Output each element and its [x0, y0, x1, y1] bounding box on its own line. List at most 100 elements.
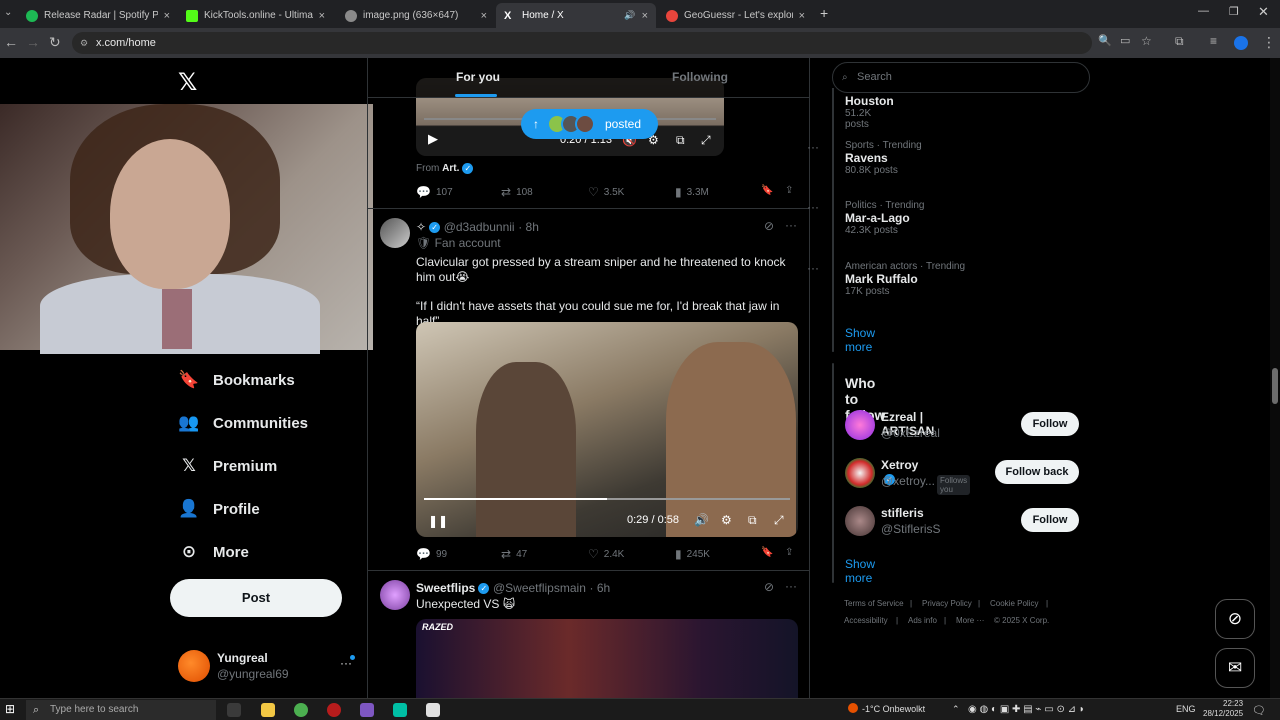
tab-geoguessr[interactable]: GeoGuessr - Let's explore the w ×: [658, 3, 813, 28]
windows-start-icon[interactable]: ⊞: [5, 702, 15, 716]
pause-icon[interactable]: ❚❚: [428, 514, 448, 528]
grok-icon[interactable]: ⊘: [764, 580, 774, 594]
reply-button[interactable]: 💬 99: [416, 547, 447, 561]
views-button[interactable]: ▮ 3.3M: [675, 185, 709, 199]
play-icon[interactable]: ▶: [428, 131, 438, 147]
post-more-icon[interactable]: ···: [785, 579, 797, 593]
who-show-more-link[interactable]: Show more: [845, 557, 875, 585]
close-tab-icon[interactable]: ×: [642, 10, 648, 22]
discord-icon[interactable]: [360, 703, 374, 717]
restore-icon[interactable]: ❐: [1229, 5, 1239, 18]
tab-spotify[interactable]: Release Radar | Spotify Playlist ×: [18, 3, 178, 28]
post3-media[interactable]: RAZED: [416, 619, 798, 698]
reload-icon[interactable]: ↻: [49, 34, 61, 51]
post-button[interactable]: Post: [170, 579, 342, 617]
tray-chevron-icon[interactable]: ⌃: [952, 704, 960, 715]
fullscreen-icon[interactable]: ⤢: [701, 133, 711, 148]
pip-icon[interactable]: ⧉: [748, 513, 757, 528]
repost-button[interactable]: ⇄ 108: [501, 185, 533, 199]
avatar[interactable]: [845, 410, 875, 440]
zoom-icon[interactable]: 🔍: [1098, 34, 1112, 47]
reply-button[interactable]: 💬 107: [416, 185, 453, 199]
accessibility-link[interactable]: Accessibility: [844, 616, 888, 625]
clock[interactable]: 22:23 28/12/2025: [1203, 699, 1243, 719]
tab-image[interactable]: image.png (636×647) ×: [337, 3, 495, 28]
trend-more-icon[interactable]: ···: [807, 140, 819, 154]
back-icon[interactable]: ←: [4, 34, 18, 50]
follow-back-button[interactable]: Follow back: [995, 460, 1079, 484]
chrome-icon[interactable]: [294, 703, 308, 717]
close-tab-icon[interactable]: ×: [799, 10, 805, 22]
terms-link[interactable]: Terms of Service: [844, 599, 904, 608]
search-input[interactable]: ⌕ Search: [832, 62, 1090, 93]
trends-show-more-link[interactable]: Show more: [845, 326, 875, 354]
bookmark-icon[interactable]: 🔖: [761, 547, 773, 558]
new-posts-pill[interactable]: ↑ posted: [521, 109, 658, 139]
footer-more-link[interactable]: More ···: [956, 616, 984, 625]
trend-more-icon[interactable]: ···: [807, 261, 819, 275]
trend-item[interactable]: Politics · Trending Mar-a-Lago 42.3K pos…: [845, 200, 1075, 236]
cookie-link[interactable]: Cookie Policy: [990, 599, 1038, 608]
close-tab-icon[interactable]: ×: [481, 10, 487, 22]
task-view-icon[interactable]: [227, 703, 241, 717]
menu-kebab-icon[interactable]: ⋮: [1262, 34, 1276, 51]
views-button[interactable]: ▮ 245K: [675, 547, 710, 561]
bookmark-icon[interactable]: 🔖: [761, 185, 773, 196]
extensions-icon[interactable]: ⧉: [1175, 34, 1184, 49]
taskbar-search-input[interactable]: ⌕ Type here to search: [26, 700, 216, 720]
fullscreen-icon[interactable]: ⤢: [774, 513, 784, 528]
avatar[interactable]: [845, 458, 875, 488]
like-button[interactable]: ♡ 2.4K: [588, 547, 624, 561]
grok-icon[interactable]: ⊘: [764, 219, 774, 233]
pip-icon[interactable]: ⧉: [676, 133, 685, 148]
like-button[interactable]: ♡ 3.5K: [588, 185, 624, 199]
tray-icons[interactable]: ◉ ◍ ◐ ▣ ✚ ▤ ⌁ ▭ ⊙ ⊿ ◗: [968, 704, 1085, 715]
app-icon[interactable]: [426, 703, 440, 717]
settings-icon[interactable]: ⚙: [721, 513, 732, 527]
sidebar-item-profile[interactable]: 👤 Profile: [178, 499, 259, 519]
tab-home-x[interactable]: X Home / X 🔊 ×: [496, 3, 656, 28]
file-explorer-icon[interactable]: [261, 703, 275, 717]
tab-search-icon[interactable]: ⌄: [4, 7, 12, 18]
sidebar-item-more[interactable]: ⊙ More: [178, 542, 249, 562]
cast-icon[interactable]: ▭: [1120, 34, 1130, 47]
scrollbar-thumb[interactable]: [1272, 368, 1278, 404]
app-icon[interactable]: [393, 703, 407, 717]
messages-button[interactable]: ✉: [1215, 648, 1255, 688]
avatar[interactable]: [380, 218, 410, 248]
close-tab-icon[interactable]: ×: [319, 10, 325, 22]
close-window-icon[interactable]: ✕: [1258, 4, 1269, 20]
new-tab-button[interactable]: +: [820, 5, 828, 21]
share-icon[interactable]: ⇪: [785, 547, 793, 558]
sidebar-item-bookmarks[interactable]: 🔖 Bookmarks: [178, 370, 294, 390]
grok-button[interactable]: ⊘: [1215, 599, 1255, 639]
follow-button[interactable]: Follow: [1021, 412, 1079, 436]
sidebar-item-communities[interactable]: 👥 Communities: [178, 413, 308, 433]
minimize-icon[interactable]: —: [1198, 5, 1209, 17]
ads-info-link[interactable]: Ads info: [908, 616, 937, 625]
avatar[interactable]: [845, 506, 875, 536]
post-more-icon[interactable]: ···: [785, 218, 797, 232]
sidebar-item-premium[interactable]: 𝕏 Premium: [178, 456, 277, 476]
url-field[interactable]: ⚙ x.com/home: [72, 32, 1092, 54]
trend-item[interactable]: Sports · Trending Ravens 80.8K posts: [845, 140, 1075, 176]
media-icon[interactable]: ≡: [1210, 34, 1217, 48]
account-switcher[interactable]: Yungreal @yungreal69 ···: [178, 648, 358, 684]
avatar[interactable]: [380, 580, 410, 610]
speaker-icon[interactable]: 🔊: [624, 10, 635, 21]
repost-button[interactable]: ⇄ 47: [501, 547, 527, 561]
tab-for-you[interactable]: For you: [456, 70, 500, 84]
post2-video[interactable]: ❚❚ 0:29 / 0:58 🔊 ⚙ ⧉ ⤢: [416, 322, 798, 537]
tab-following[interactable]: Following: [672, 70, 728, 84]
close-tab-icon[interactable]: ×: [164, 10, 170, 22]
volume-icon[interactable]: 🔊: [694, 513, 709, 527]
trend-more-icon[interactable]: ···: [807, 200, 819, 214]
notification-icon[interactable]: 🗨: [1252, 704, 1266, 717]
share-icon[interactable]: ⇪: [785, 185, 793, 196]
bookmark-star-icon[interactable]: ☆: [1141, 34, 1152, 48]
privacy-link[interactable]: Privacy Policy: [922, 599, 972, 608]
trend-item[interactable]: American actors · Trending Mark Ruffalo …: [845, 261, 1075, 297]
follow-button[interactable]: Follow: [1021, 508, 1079, 532]
trend-item[interactable]: Houston 51.2K posts: [845, 94, 894, 130]
opera-icon[interactable]: [327, 703, 341, 717]
